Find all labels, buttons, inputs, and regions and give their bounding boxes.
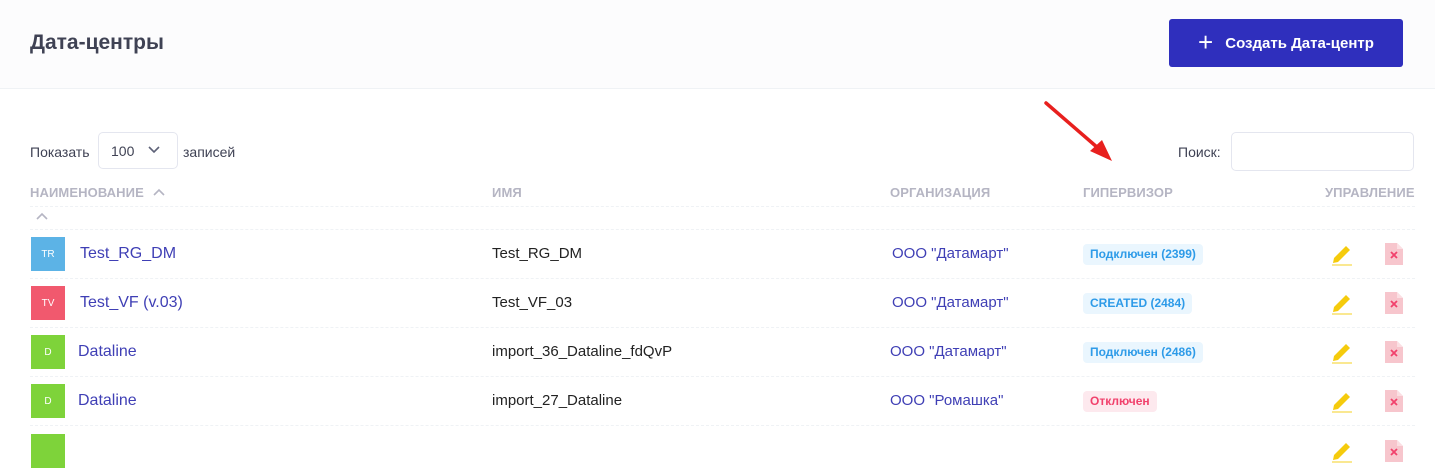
datacenter-name: import_27_Dataline xyxy=(492,392,623,409)
datacenter-name: Test_RG_DM xyxy=(492,245,583,262)
page-size-select[interactable]: 100 xyxy=(98,132,178,169)
hypervisor-status-badge: CREATED (2484) xyxy=(1083,293,1193,314)
hypervisor-status-badge: Отключен xyxy=(1083,391,1157,412)
table-row xyxy=(0,426,1435,475)
avatar: D xyxy=(31,384,65,418)
delete-file-icon[interactable] xyxy=(1384,389,1404,413)
page-title: Дата-центры xyxy=(30,31,164,54)
records-label: записей xyxy=(183,144,236,160)
organization-link[interactable]: ООО "Датамарт" xyxy=(892,294,1009,311)
delete-file-icon[interactable] xyxy=(1384,340,1404,364)
hypervisor-status-badge: Подключен (2399) xyxy=(1083,244,1203,265)
table-row: D Dataline import_27_Dataline ООО "Ромашка"… xyxy=(0,376,1435,425)
create-datacenter-button[interactable]: + Создать Дата-центр xyxy=(1169,19,1403,67)
search-input[interactable] xyxy=(1231,132,1414,171)
chevron-down-icon xyxy=(148,146,160,154)
column-header-actions: УПРАВЛЕНИЕ xyxy=(1325,185,1415,200)
organization-link[interactable]: ООО "Датамарт" xyxy=(892,245,1009,262)
avatar xyxy=(31,434,65,468)
table-row: TR Test_RG_DM Test_RG_DM ООО "Датамарт" Подк… xyxy=(0,229,1435,278)
avatar: D xyxy=(31,335,65,369)
column-header-title[interactable]: НАИМЕНОВАНИЕ xyxy=(30,185,144,200)
delete-file-icon[interactable] xyxy=(1384,439,1404,463)
avatar: TR xyxy=(31,237,65,271)
edit-icon[interactable] xyxy=(1331,340,1353,364)
organization-link[interactable]: ООО "Ромашка" xyxy=(890,392,1003,409)
datacenter-link[interactable]: Dataline xyxy=(78,343,137,361)
show-label: Показать xyxy=(30,144,90,160)
table-row: D Dataline import_36_Dataline_fdQvP ООО "Да… xyxy=(0,327,1435,376)
avatar: TV xyxy=(31,286,65,320)
column-header-organization[interactable]: ОРГАНИЗАЦИЯ xyxy=(890,185,990,200)
datacenter-link[interactable]: Dataline xyxy=(78,392,137,410)
delete-file-icon[interactable] xyxy=(1384,291,1404,315)
create-button-label: Создать Дата-центр xyxy=(1225,34,1374,52)
datacenter-name: Test_VF_03 xyxy=(492,294,573,311)
plus-icon: + xyxy=(1198,26,1214,57)
edit-icon[interactable] xyxy=(1331,389,1353,413)
datacenter-link[interactable]: Test_RG_DM xyxy=(80,245,176,263)
sort-ascending-icon[interactable] xyxy=(153,188,165,196)
table-row: TV Test_VF (v.03) Test_VF_03 ООО "Датамарт"… xyxy=(0,278,1435,327)
column-header-name[interactable]: ИМЯ xyxy=(492,185,522,200)
hypervisor-status-badge: Подключен (2486) xyxy=(1083,342,1203,363)
delete-file-icon[interactable] xyxy=(1384,242,1404,266)
datacenter-name: import_36_Dataline_fdQvP xyxy=(492,343,673,360)
search-label: Поиск: xyxy=(1178,144,1221,160)
column-header-hypervisor[interactable]: ГИПЕРВИЗОР xyxy=(1083,185,1173,200)
edit-icon[interactable] xyxy=(1331,439,1353,463)
divider xyxy=(30,206,1415,207)
sort-ascending-icon[interactable] xyxy=(36,212,48,220)
edit-icon[interactable] xyxy=(1331,242,1353,266)
organization-link[interactable]: ООО "Датамарт" xyxy=(890,343,1007,360)
page-header: Дата-центры + Создать Дата-центр xyxy=(0,0,1435,89)
annotation-arrow xyxy=(1044,101,1112,161)
datacenter-link[interactable]: Test_VF (v.03) xyxy=(80,294,183,312)
page-size-value: 100 xyxy=(111,142,135,159)
edit-icon[interactable] xyxy=(1331,291,1353,315)
